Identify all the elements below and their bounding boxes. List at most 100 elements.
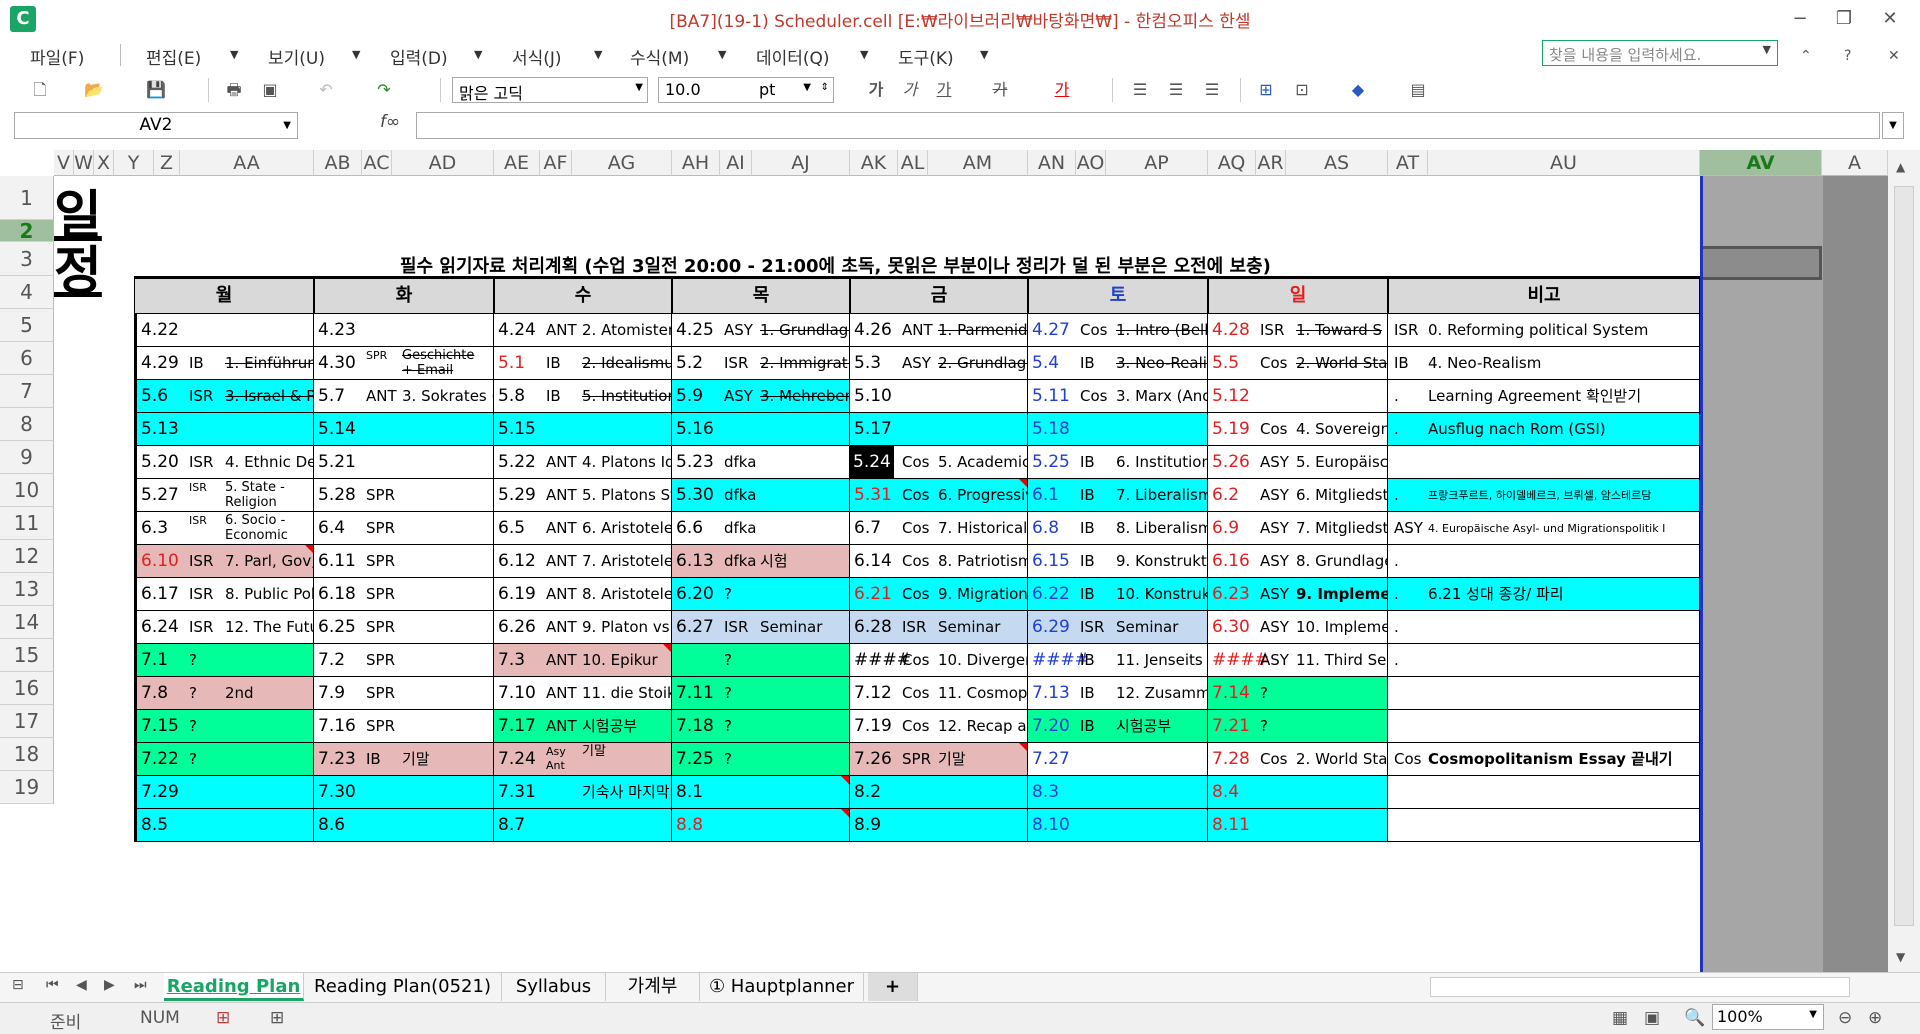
column-header-ah[interactable]: AH xyxy=(672,150,720,176)
schedule-cell[interactable]: 7.18? xyxy=(672,710,850,743)
column-header-ar[interactable]: AR xyxy=(1256,150,1286,176)
schedule-cell[interactable]: 6.6 dfka xyxy=(672,512,850,545)
column-header-x[interactable]: X xyxy=(94,150,114,176)
schedule-cell[interactable]: 7.12 Cos 11. Cosmopolitan xyxy=(850,677,1028,710)
schedule-cell[interactable]: 5.17 xyxy=(850,413,1028,446)
schedule-cell[interactable]: ####Cos10. Divergence xyxy=(850,644,1028,677)
schedule-cell[interactable]: 5.15 xyxy=(494,413,672,446)
schedule-cell[interactable]: 5.5 Cos 2. World State xyxy=(1208,347,1388,380)
schedule-cell[interactable]: 4.22 xyxy=(134,314,314,347)
tab-reading-plan[interactable]: Reading Plan xyxy=(164,973,304,1001)
schedule-cell[interactable]: 4.29 IB 1. Einführung xyxy=(134,347,314,380)
expand-formula-icon[interactable]: ▼ xyxy=(1882,112,1904,139)
chevron-down-icon[interactable]: ▼ xyxy=(1809,1009,1817,1020)
row-header-13[interactable]: 13 xyxy=(0,573,54,606)
schedule-cell[interactable]: 8.11 xyxy=(1208,809,1388,842)
close-doc-icon[interactable]: ✕ xyxy=(1888,48,1900,64)
schedule-cell[interactable]: 8.10 xyxy=(1028,809,1208,842)
schedule-cell[interactable] xyxy=(1388,776,1700,809)
schedule-cell[interactable]: #### IB 11. Jenseits xyxy=(1028,644,1208,677)
row-header-16[interactable]: 16 xyxy=(0,672,54,705)
restore-button[interactable]: ❐ xyxy=(1824,4,1864,34)
schedule-cell[interactable] xyxy=(1388,677,1700,710)
schedule-cell[interactable]: 6.1 IB 7. Liberalism xyxy=(1028,479,1208,512)
schedule-cell[interactable]: 6.28 ISR Seminar xyxy=(850,611,1028,644)
schedule-cell[interactable]: 7.28 Cos 2. World State xyxy=(1208,743,1388,776)
row-header-9[interactable]: 9 xyxy=(0,441,54,474)
schedule-cell[interactable]: 8.8 xyxy=(672,809,850,842)
schedule-cell[interactable]: 7.11? xyxy=(672,677,850,710)
schedule-cell[interactable]: ISR 0. Reforming political System xyxy=(1388,314,1700,347)
schedule-cell[interactable]: 6.17 ISR 8. Public Policy xyxy=(134,578,314,611)
schedule-cell[interactable]: 7.25? xyxy=(672,743,850,776)
first-sheet-icon[interactable]: ⏮ xyxy=(46,977,59,993)
menu-tools[interactable]: 도구(K) xyxy=(898,44,954,69)
schedule-cell[interactable]: . xyxy=(1388,644,1700,677)
borders-icon[interactable]: ⊡ xyxy=(1290,78,1314,102)
schedule-cell[interactable]: 5.27 ISR 5. State -Religion xyxy=(134,479,314,512)
row-header-6[interactable]: 6 xyxy=(0,342,54,375)
column-header-ak[interactable]: AK xyxy=(850,150,898,176)
menu-insert[interactable]: 입력(D) xyxy=(390,44,448,69)
search-input[interactable]: 찾을 내용을 입력하세요. ▼ xyxy=(1542,40,1778,66)
zoom-select[interactable]: 100% ▼ xyxy=(1712,1004,1824,1030)
schedule-cell[interactable]: 5.22 ANT 4. Platons Ideen xyxy=(494,446,672,479)
schedule-cell[interactable]: 7.2 SPR xyxy=(314,644,494,677)
schedule-cell[interactable]: 8.3 xyxy=(1028,776,1208,809)
comment-marker-icon[interactable] xyxy=(663,644,671,652)
schedule-cell[interactable]: 5.31 Cos 6. Progressive xyxy=(850,479,1028,512)
column-header-au[interactable]: AU xyxy=(1428,150,1700,176)
schedule-cell[interactable] xyxy=(1388,446,1700,479)
vertical-scrollbar[interactable]: ▲ ▼ xyxy=(1888,150,1920,972)
scroll-down-icon[interactable]: ▼ xyxy=(1896,950,1905,964)
schedule-cell[interactable]: . xyxy=(1388,611,1700,644)
schedule-cell[interactable]: . xyxy=(1388,545,1700,578)
schedule-cell[interactable]: 6.7 Cos 7. Historical xyxy=(850,512,1028,545)
prev-sheet-icon[interactable]: ◀ xyxy=(76,977,87,993)
schedule-cell[interactable]: 5.7 ANT 3. Sokrates (Apologie) xyxy=(314,380,494,413)
align-left-icon[interactable]: ☰ xyxy=(1128,78,1152,102)
schedule-cell[interactable]: 7.26 SPR 기말 xyxy=(850,743,1028,776)
row-header-4[interactable]: 4 xyxy=(0,276,54,309)
column-header-av[interactable]: AV xyxy=(1700,150,1822,176)
column-header-ac[interactable]: AC xyxy=(362,150,392,176)
row-header-5[interactable]: 5 xyxy=(0,309,54,342)
column-header-as[interactable]: AS xyxy=(1286,150,1388,176)
schedule-cell[interactable]: 7.19 Cos 12. Recap and xyxy=(850,710,1028,743)
font-color-button[interactable]: 가 xyxy=(1052,78,1072,102)
schedule-cell[interactable]: 5.10 xyxy=(850,380,1028,413)
schedule-cell[interactable]: 5.1 IB 2. Idealismus xyxy=(494,347,672,380)
schedule-cell[interactable]: 6.8 IB 8. Liberalism xyxy=(1028,512,1208,545)
row-header-14[interactable]: 14 xyxy=(0,606,54,639)
schedule-cell[interactable]: 4.25 ASY 1. Grundlagen xyxy=(672,314,850,347)
schedule-cell[interactable]: 6.12 ANT 7. Aristoteles xyxy=(494,545,672,578)
row-header-10[interactable]: 10 xyxy=(0,474,54,507)
schedule-cell[interactable]: 6.27 ISR Seminar xyxy=(672,611,850,644)
schedule-cell[interactable]: 5.19 Cos 4. Sovereignty xyxy=(1208,413,1388,446)
comment-marker-icon[interactable] xyxy=(305,545,313,553)
schedule-cell[interactable]: 4.23 xyxy=(314,314,494,347)
column-header-at[interactable]: AT xyxy=(1388,150,1428,176)
zoom-icon[interactable]: 🔍 xyxy=(1684,1008,1705,1028)
schedule-cell[interactable]: 6.4 SPR xyxy=(314,512,494,545)
chevron-down-icon[interactable]: ▼ xyxy=(718,48,726,61)
column-header-af[interactable]: AF xyxy=(540,150,572,176)
schedule-cell[interactable]: 7.14? xyxy=(1208,677,1388,710)
tab-budget[interactable]: 가계부 xyxy=(606,973,700,1001)
zoom-in-icon[interactable]: ⊕ xyxy=(1868,1008,1882,1028)
chevron-down-icon[interactable]: ▼ xyxy=(635,82,643,93)
schedule-cell[interactable]: 8.5 xyxy=(134,809,314,842)
chevron-down-icon[interactable]: ▼ xyxy=(352,48,360,61)
schedule-cell[interactable]: 5.3 ASY 2. Grundlagen xyxy=(850,347,1028,380)
schedule-cell[interactable]: 7.1? xyxy=(134,644,314,677)
print-icon[interactable]: 🖶 xyxy=(222,78,246,102)
help-icon[interactable]: ? xyxy=(1844,48,1851,64)
schedule-cell[interactable]: 7.23 IB 기말 xyxy=(314,743,494,776)
schedule-cell[interactable]: 5.28 SPR xyxy=(314,479,494,512)
tab-hauptplanner[interactable]: ① Hauptplanner xyxy=(700,973,864,1001)
schedule-cell[interactable]: 7.15? xyxy=(134,710,314,743)
menu-data[interactable]: 데이터(Q) xyxy=(756,44,830,69)
column-header-ag[interactable]: AG xyxy=(572,150,672,176)
chevron-down-icon[interactable]: ▼ xyxy=(474,48,482,61)
italic-button[interactable]: 가 xyxy=(900,78,920,102)
